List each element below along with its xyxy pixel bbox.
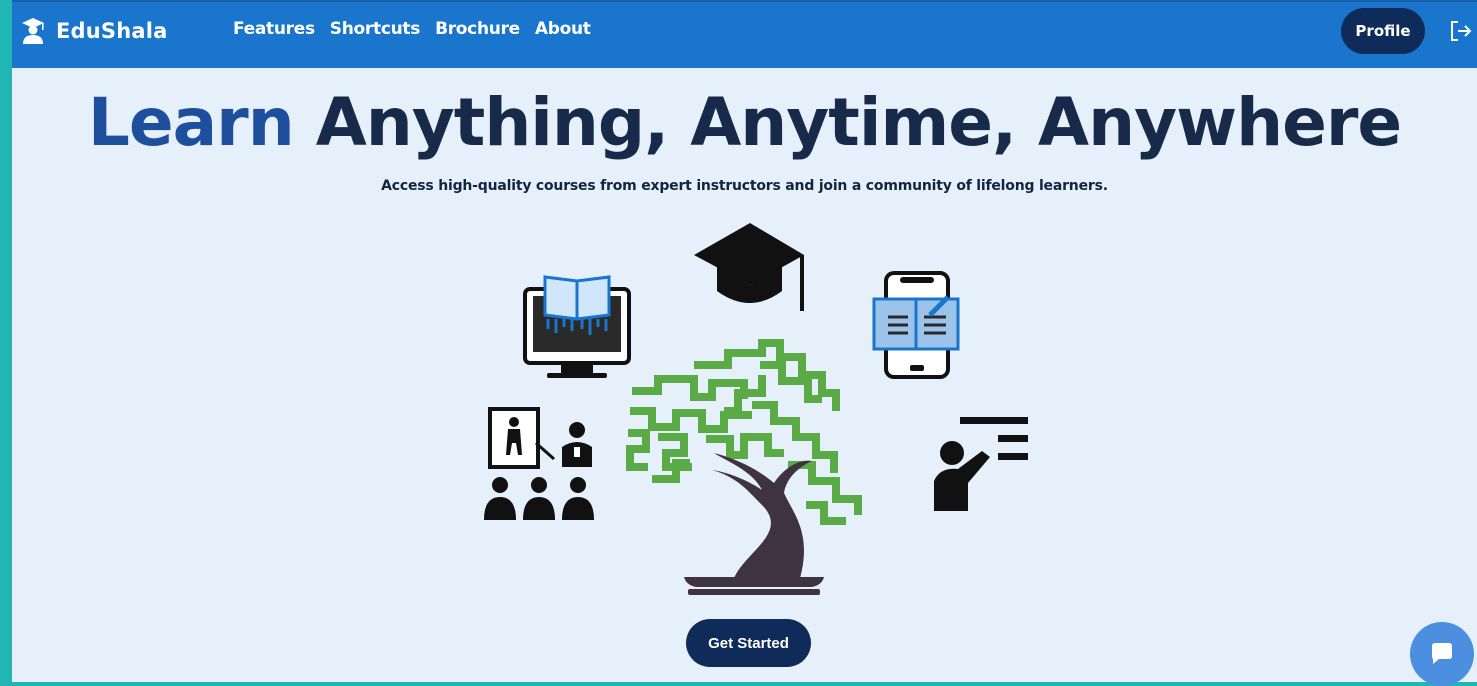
teacher-board-icon <box>934 417 1028 511</box>
brand-name: EduShala <box>56 19 168 43</box>
hero-title: Learn Anything, Anytime, Anywhere <box>12 84 1477 161</box>
hero-title-accent: Learn <box>87 84 295 161</box>
graduation-cap-icon <box>694 223 804 311</box>
brand[interactable]: EduShala <box>18 16 168 46</box>
monitor-book-icon <box>523 275 631 378</box>
hero-subtitle: Access high-quality courses from expert … <box>381 178 1108 194</box>
chat-icon <box>1432 643 1452 664</box>
hero-illustration-svg <box>484 223 1028 595</box>
mobile-book-icon <box>872 271 960 379</box>
main-nav: Features Shortcuts Brochure About <box>233 19 591 39</box>
logout-icon[interactable] <box>1449 20 1473 42</box>
hero-illustration <box>462 215 1052 595</box>
get-started-button[interactable]: Get Started <box>686 619 811 667</box>
profile-button[interactable]: Profile <box>1341 8 1425 54</box>
chat-button[interactable] <box>1410 622 1474 686</box>
nav-about[interactable]: About <box>535 19 591 39</box>
bonsai-tree-icon <box>626 339 862 595</box>
nav-features[interactable]: Features <box>233 19 315 39</box>
graduate-student-icon <box>22 18 44 44</box>
page: EduShala Features Shortcuts Brochure Abo… <box>12 0 1477 686</box>
hero-title-rest: Anything, Anytime, Anywhere <box>315 84 1402 161</box>
top-navbar: EduShala Features Shortcuts Brochure Abo… <box>12 0 1477 68</box>
nav-shortcuts[interactable]: Shortcuts <box>330 19 421 39</box>
nav-brochure[interactable]: Brochure <box>435 19 520 39</box>
classroom-presentation-icon <box>484 407 594 520</box>
